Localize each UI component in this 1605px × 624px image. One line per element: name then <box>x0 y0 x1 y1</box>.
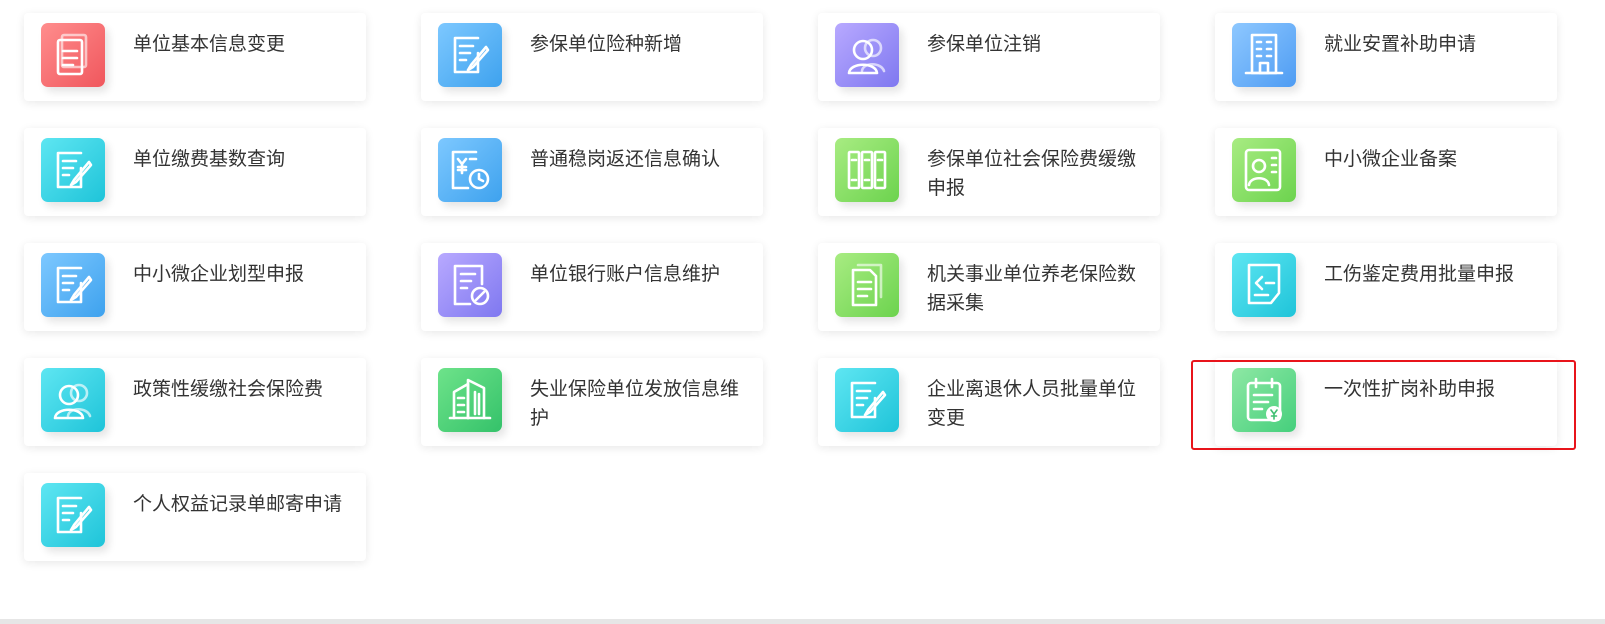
service-label: 中小微企业备案 <box>1324 148 1458 170</box>
service-card[interactable]: 单位银行账户信息维护 <box>421 243 763 331</box>
service-card[interactable]: 就业安置补助申请 <box>1215 13 1557 101</box>
service-card[interactable]: 参保单位险种新增 <box>421 13 763 101</box>
service-card[interactable]: 单位缴费基数查询 <box>24 128 366 216</box>
service-card[interactable]: 普通稳岗返还信息确认 <box>421 128 763 216</box>
edit-form-icon <box>41 138 105 202</box>
edit-form-icon <box>438 23 502 87</box>
service-label: 参保单位注销 <box>927 33 1042 55</box>
money-clock-icon <box>438 138 502 202</box>
service-grid: 单位基本信息变更 参保单位险种新增 参保单位注销 就业安置补助申请 单位缴费基数… <box>24 13 1557 561</box>
service-card[interactable]: 参保单位注销 <box>818 13 1160 101</box>
service-label: 单位银行账户信息维护 <box>530 263 721 285</box>
divider <box>0 619 1605 624</box>
service-label: 就业安置补助申请 <box>1324 33 1477 55</box>
service-card[interactable]: 中小微企业备案 <box>1215 128 1557 216</box>
service-card[interactable]: 中小微企业划型申报 <box>24 243 366 331</box>
service-label: 失业保险单位发放信息维护 <box>530 378 740 429</box>
service-label: 机关事业单位养老保险数据采集 <box>927 263 1137 314</box>
clipboard-yen-icon <box>1232 368 1296 432</box>
edit-form-icon <box>41 483 105 547</box>
edit-form-icon <box>41 253 105 317</box>
service-card[interactable]: 个人权益记录单邮寄申请 <box>24 473 366 561</box>
document-icon <box>41 23 105 87</box>
binders-icon <box>835 138 899 202</box>
service-card-highlighted[interactable]: 一次性扩岗补助申报 <box>1215 358 1557 446</box>
service-label: 政策性缓缴社会保险费 <box>133 378 324 400</box>
users-icon <box>41 368 105 432</box>
service-card[interactable]: 工伤鉴定费用批量申报 <box>1215 243 1557 331</box>
id-card-icon <box>1232 138 1296 202</box>
service-label: 单位缴费基数查询 <box>133 148 286 170</box>
service-card[interactable]: 参保单位社会保险费缓缴申报 <box>818 128 1160 216</box>
service-label: 个人权益记录单邮寄申请 <box>133 493 343 515</box>
stacked-docs-icon <box>835 253 899 317</box>
service-card[interactable]: 机关事业单位养老保险数据采集 <box>818 243 1160 331</box>
service-label: 工伤鉴定费用批量申报 <box>1324 263 1515 285</box>
service-label: 中小微企业划型申报 <box>133 263 305 285</box>
office-building-icon <box>438 368 502 432</box>
service-card[interactable]: 失业保险单位发放信息维护 <box>421 358 763 446</box>
service-card[interactable]: 政策性缓缴社会保险费 <box>24 358 366 446</box>
service-label: 企业离退休人员批量单位变更 <box>927 378 1137 429</box>
service-label: 一次性扩岗补助申报 <box>1324 378 1496 400</box>
service-label: 参保单位社会保险费缓缴申报 <box>927 148 1137 199</box>
service-label: 普通稳岗返还信息确认 <box>530 148 721 170</box>
service-label: 参保单位险种新增 <box>530 33 683 55</box>
note-icon <box>1232 253 1296 317</box>
form-edit-icon <box>438 253 502 317</box>
service-label: 单位基本信息变更 <box>133 33 286 55</box>
service-card[interactable]: 企业离退休人员批量单位变更 <box>818 358 1160 446</box>
users-icon <box>835 23 899 87</box>
service-card[interactable]: 单位基本信息变更 <box>24 13 366 101</box>
building-icon <box>1232 23 1296 87</box>
edit-form-icon <box>835 368 899 432</box>
service-grid-page: 单位基本信息变更 参保单位险种新增 参保单位注销 就业安置补助申请 单位缴费基数… <box>0 0 1605 624</box>
